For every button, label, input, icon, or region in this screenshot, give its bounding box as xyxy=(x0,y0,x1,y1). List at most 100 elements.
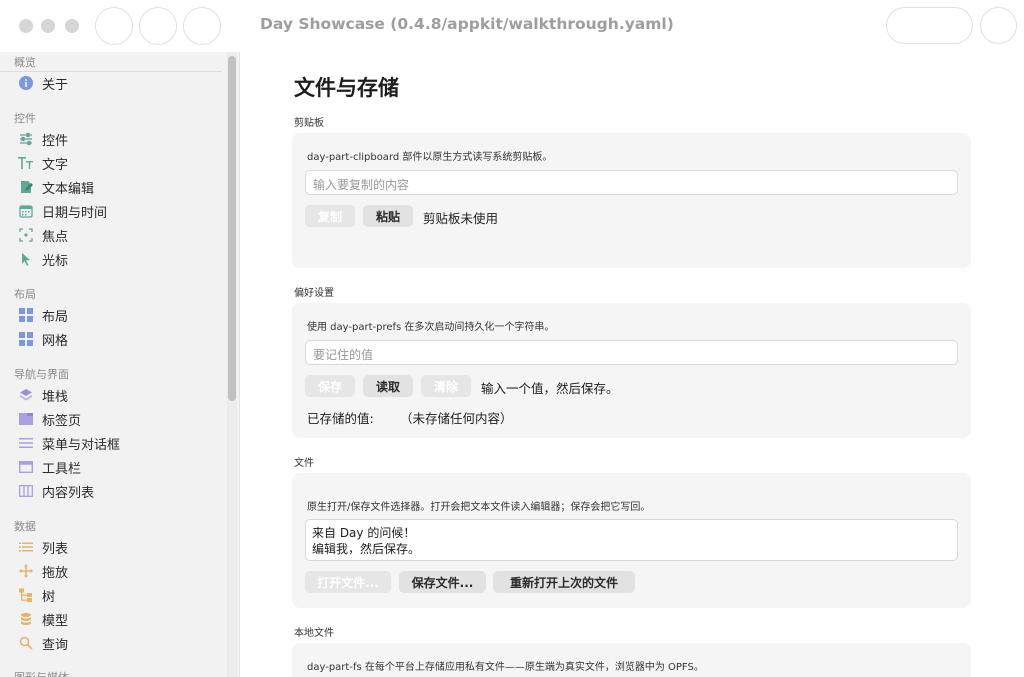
clipboard-description: day-part-clipboard 部件以原生方式读写系统剪贴板。 xyxy=(307,152,553,163)
title-bar: Day Showcase (0.4.8/appkit/walkthrough.y… xyxy=(0,0,1024,52)
zoom-window-button[interactable] xyxy=(65,19,79,33)
toolbar-button-3[interactable] xyxy=(183,7,221,45)
sidebar-item-label: 焦点 xyxy=(42,229,69,245)
section-title-prefs: 偏好设置 xyxy=(294,288,334,299)
sidebar-item-text-edit[interactable]: 文本编辑 xyxy=(18,176,218,198)
sidebar-section-controls: 控件 xyxy=(14,112,36,125)
sidebar-item-query[interactable]: 查询 xyxy=(18,632,218,654)
section-title-local-files: 本地文件 xyxy=(294,628,334,639)
sidebar-item-drag-drop[interactable]: 拖放 xyxy=(18,560,218,582)
toolbar-pill-button[interactable] xyxy=(886,7,973,44)
sidebar-item-label: 模型 xyxy=(42,613,69,629)
sidebar-item-tabs[interactable]: 标签页 xyxy=(18,408,218,430)
sidebar-item-focus[interactable]: 焦点 xyxy=(18,224,218,246)
clear-pref-button[interactable]: 清除 xyxy=(421,375,471,397)
tabs-icon xyxy=(18,411,34,427)
layout-grid-icon xyxy=(18,307,34,323)
sidebar-item-label: 菜单与对话框 xyxy=(42,437,121,453)
sidebar-section-navigation: 导航与界面 xyxy=(14,368,69,381)
stored-value-label: 已存储的值: xyxy=(307,411,374,426)
text-icon xyxy=(18,155,34,171)
sidebar-section-graphics-media: 图形与媒体 xyxy=(14,669,69,677)
sidebar-section-data: 数据 xyxy=(14,520,36,533)
sidebar: 概览 关于 控件 控件 文字 文本编辑 日期与时间 焦点 光标 布局 布局 网格… xyxy=(0,52,240,677)
sidebar-item-label: 光标 xyxy=(42,253,69,269)
sidebar-item-datetime[interactable]: 日期与时间 xyxy=(18,200,218,222)
files-description: 原生打开/保存文件选择器。打开会把文本文件读入编辑器；保存会把它写回。 xyxy=(307,502,651,513)
toolbar-button-right[interactable] xyxy=(980,7,1017,44)
sidebar-item-tree[interactable]: 树 xyxy=(18,584,218,606)
sidebar-item-label: 关于 xyxy=(42,77,69,93)
save-file-button[interactable]: 保存文件... xyxy=(399,571,486,593)
prefs-card: 使用 day-part-prefs 在多次启动间持久化一个字符串。 要记住的值 … xyxy=(292,303,971,438)
sliders-icon xyxy=(18,131,34,147)
list-icon xyxy=(18,539,34,555)
sidebar-item-label: 文本编辑 xyxy=(42,181,95,197)
sidebar-item-label: 堆栈 xyxy=(42,389,69,405)
columns-icon xyxy=(18,483,34,499)
load-pref-button[interactable]: 读取 xyxy=(363,375,413,397)
sidebar-item-label: 树 xyxy=(42,589,56,605)
window-title: Day Showcase (0.4.8/appkit/walkthrough.y… xyxy=(260,15,674,33)
main-content: 文件与存储 剪贴板 day-part-clipboard 部件以原生方式读写系统… xyxy=(240,52,1024,677)
stored-value: （未存储任何内容） xyxy=(400,411,513,426)
files-card: 原生打开/保存文件选择器。打开会把文本文件读入编辑器；保存会把它写回。 来自 D… xyxy=(292,473,971,608)
sidebar-item-model[interactable]: 模型 xyxy=(18,608,218,630)
search-icon xyxy=(18,635,34,651)
sidebar-item-label: 列表 xyxy=(42,541,69,557)
page-title: 文件与存储 xyxy=(294,76,399,100)
sidebar-item-label: 控件 xyxy=(42,133,69,149)
file-text-line-2: 编辑我，然后保存。 xyxy=(312,542,421,556)
prefs-status: 输入一个值，然后保存。 xyxy=(481,381,619,396)
close-window-button[interactable] xyxy=(19,19,33,33)
section-title-files: 文件 xyxy=(294,458,314,469)
clipboard-card: day-part-clipboard 部件以原生方式读写系统剪贴板。 输入要复制… xyxy=(292,133,971,268)
open-file-button[interactable]: 打开文件... xyxy=(305,571,391,593)
sidebar-item-toolbar[interactable]: 工具栏 xyxy=(18,456,218,478)
sidebar-item-menus-dialogs[interactable]: 菜单与对话框 xyxy=(18,432,218,454)
save-pref-button[interactable]: 保存 xyxy=(305,375,355,397)
sidebar-item-label: 网格 xyxy=(42,333,69,349)
file-editor-textarea[interactable]: 来自 Day 的问候！ 编辑我，然后保存。 xyxy=(305,519,958,561)
calendar-icon xyxy=(18,203,34,219)
sidebar-item-label: 文字 xyxy=(42,157,69,173)
sidebar-item-label: 布局 xyxy=(42,309,69,325)
sidebar-section-layout: 布局 xyxy=(14,288,36,301)
sidebar-item-grid[interactable]: 网格 xyxy=(18,328,218,350)
toolbar-button-2[interactable] xyxy=(139,7,177,45)
sidebar-item-layout[interactable]: 布局 xyxy=(18,304,218,326)
sidebar-item-list[interactable]: 列表 xyxy=(18,536,218,558)
toolbar-button-1[interactable] xyxy=(95,7,133,45)
menu-icon xyxy=(18,435,34,451)
sidebar-item-label: 日期与时间 xyxy=(42,205,108,221)
sidebar-item-label: 标签页 xyxy=(42,413,82,429)
sidebar-item-label: 工具栏 xyxy=(42,461,82,477)
paste-button[interactable]: 粘贴 xyxy=(363,205,413,227)
focus-icon xyxy=(18,227,34,243)
sidebar-item-label: 拖放 xyxy=(42,565,69,581)
section-title-clipboard: 剪贴板 xyxy=(294,118,324,129)
grid-icon xyxy=(18,331,34,347)
database-icon xyxy=(18,611,34,627)
local-files-card: day-part-fs 在每个平台上存储应用私有文件——原生端为真实文件，浏览器… xyxy=(292,643,971,677)
sidebar-item-stack[interactable]: 堆栈 xyxy=(18,384,218,406)
prefs-value-input[interactable]: 要记住的值 xyxy=(305,340,958,365)
sidebar-item-text[interactable]: 文字 xyxy=(18,152,218,174)
sidebar-item-cursor[interactable]: 光标 xyxy=(18,248,218,270)
sidebar-item-label: 查询 xyxy=(42,637,69,653)
sidebar-scrollbar[interactable] xyxy=(228,56,236,401)
sidebar-item-about[interactable]: 关于 xyxy=(18,72,218,94)
reopen-last-file-button[interactable]: 重新打开上次的文件 xyxy=(493,571,635,593)
info-icon xyxy=(18,75,34,91)
cursor-icon xyxy=(18,251,34,267)
clipboard-status: 剪贴板未使用 xyxy=(423,211,499,226)
clipboard-input[interactable]: 输入要复制的内容 xyxy=(305,170,958,195)
prefs-description: 使用 day-part-prefs 在多次启动间持久化一个字符串。 xyxy=(307,322,555,333)
sidebar-item-content-list[interactable]: 内容列表 xyxy=(18,480,218,502)
sidebar-item-label: 内容列表 xyxy=(42,485,95,501)
file-text-line-1: 来自 Day 的问候！ xyxy=(312,526,416,540)
minimize-window-button[interactable] xyxy=(41,19,55,33)
sidebar-item-controls[interactable]: 控件 xyxy=(18,128,218,150)
sidebar-section-overview: 概览 xyxy=(14,56,36,69)
copy-button[interactable]: 复制 xyxy=(305,205,355,227)
